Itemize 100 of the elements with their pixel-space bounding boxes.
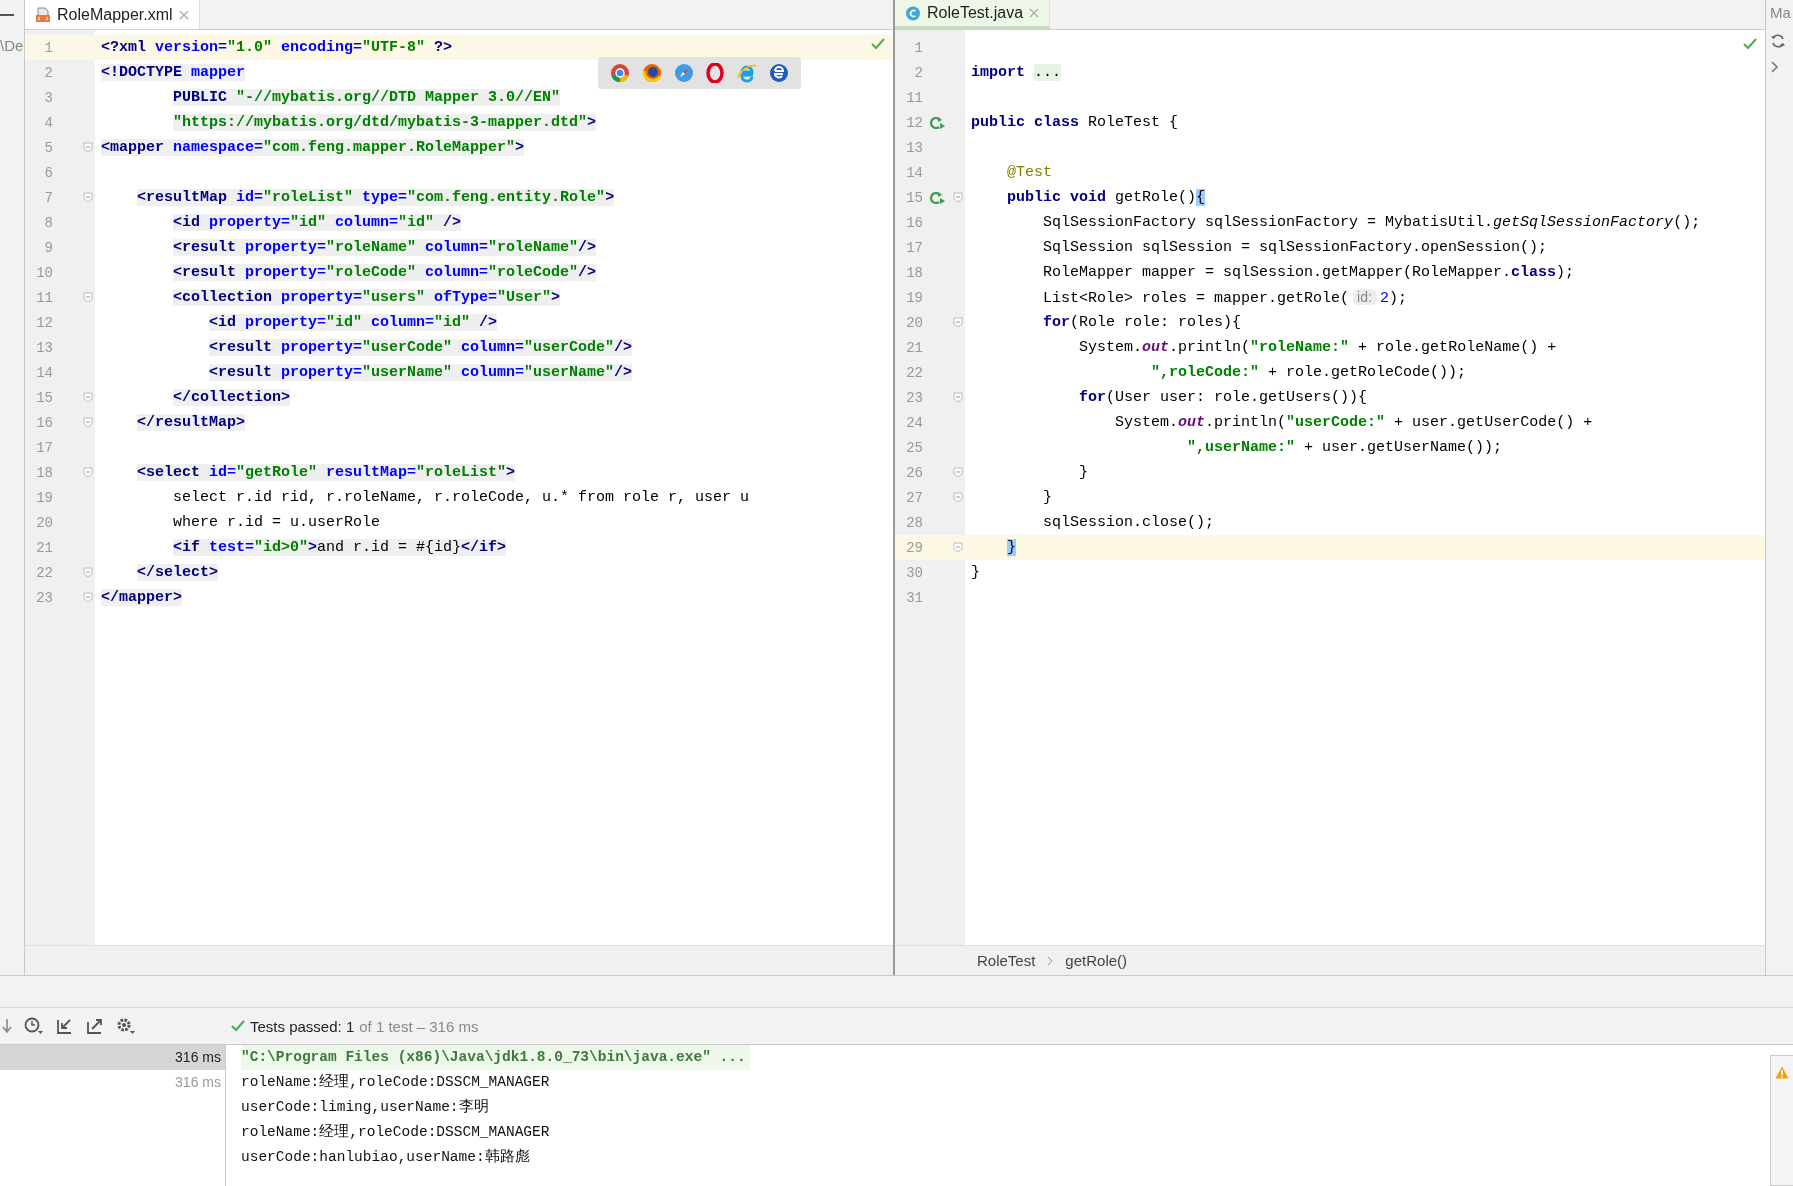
fold-icon[interactable] <box>83 467 93 478</box>
line-number: 12 <box>905 114 923 131</box>
panel-label: \De <box>0 37 24 54</box>
line-number: 1 <box>913 39 923 56</box>
code-line: <?xml version="1.0" encoding="UTF-8" ?> <box>100 38 453 58</box>
code-line: <result property="roleName" column="roleName"/> <box>172 238 597 258</box>
console-output: userCode:hanlubiao,userName:韩路彪 <box>241 1147 531 1167</box>
code-line: <result property="userName" column="userName"/> <box>208 363 633 383</box>
browser-icon[interactable] <box>609 63 630 83</box>
line-number: 23 <box>35 589 53 606</box>
line-number: 21 <box>35 539 53 556</box>
line-number: 16 <box>905 214 923 231</box>
console-output: roleName:经理,roleCode:DSSCM_MANAGER <box>241 1073 551 1092</box>
line-number: 17 <box>905 239 923 256</box>
run-test-icon[interactable] <box>930 190 946 205</box>
line-number: 24 <box>905 414 923 431</box>
code-line: for(Role role: roles){ <box>1042 313 1242 333</box>
line-number: 27 <box>905 489 923 506</box>
line-number: 1 <box>43 39 53 56</box>
line-number: 17 <box>35 439 53 456</box>
line-number: 26 <box>905 464 923 481</box>
code-line: <id property="id" column="id" /> <box>208 313 498 333</box>
check-icon <box>231 1020 245 1032</box>
down-arrow-icon[interactable] <box>2 1018 12 1034</box>
line-number: 19 <box>905 289 923 306</box>
fold-icon[interactable] <box>83 192 93 203</box>
refresh-icon[interactable] <box>1770 33 1786 49</box>
fold-icon[interactable] <box>83 417 93 428</box>
code-line: "https://mybatis.org/dtd/mybatis-3-mapper.dtd"> <box>172 113 597 133</box>
line-number: 15 <box>905 189 923 206</box>
fold-icon[interactable] <box>953 492 963 503</box>
run-test-icon[interactable] <box>930 115 946 130</box>
fold-icon[interactable] <box>953 192 963 203</box>
breadcrumb[interactable]: getRole() <box>1065 952 1128 969</box>
line-number: 20 <box>35 514 53 531</box>
settings-icon[interactable] <box>116 1017 136 1035</box>
line-number: 4 <box>43 114 53 131</box>
line-number: 18 <box>905 264 923 281</box>
line-number: 30 <box>905 564 923 581</box>
fold-icon[interactable] <box>83 567 93 578</box>
fold-icon[interactable] <box>83 392 93 403</box>
status-text: Tests passed: 1 <box>250 1017 355 1035</box>
console-output: roleName:经理,roleCode:DSSCM_MANAGER <box>241 1123 551 1142</box>
check-icon <box>871 38 885 50</box>
code-line: SqlSessionFactory sqlSessionFactory = MybatisUtil.getSqlSessionFactory(); <box>1042 213 1701 233</box>
code-line: <if test="id>0">and r.id = #{id}</if> <box>172 538 507 558</box>
code-line: System.out.println("userCode:" + user.getUserCode() + <box>1114 413 1593 433</box>
line-number: 13 <box>35 339 53 356</box>
line-number: 20 <box>905 314 923 331</box>
file-tab[interactable]: RoleMapper.xml <box>25 0 200 29</box>
clock-icon[interactable] <box>24 1017 44 1035</box>
browser-icon[interactable] <box>705 63 726 83</box>
fold-icon[interactable] <box>953 392 963 403</box>
code-line: <collection property="users" ofType="User"> <box>172 288 561 308</box>
line-number: 19 <box>35 489 53 506</box>
line-number: 11 <box>35 289 53 306</box>
fold-icon[interactable] <box>83 142 93 153</box>
test-duration[interactable]: 316 ms <box>0 1045 225 1070</box>
code-line: <result property="roleCode" column="roleCode"/> <box>172 263 597 283</box>
code-line: <id property="id" column="id" /> <box>172 213 462 233</box>
line-number: 16 <box>35 414 53 431</box>
browser-icon[interactable] <box>641 63 662 83</box>
code-line: @Test <box>1006 163 1053 183</box>
file-tab[interactable]: RoleTest.java <box>895 0 1051 29</box>
line-number: 3 <box>43 89 53 106</box>
fold-icon[interactable] <box>953 467 963 478</box>
line-number: 25 <box>905 439 923 456</box>
close-icon[interactable] <box>1029 8 1040 18</box>
code-line: ",roleCode:" + role.getRoleCode()); <box>1150 363 1467 383</box>
fold-icon[interactable] <box>953 317 963 328</box>
code-line: public void getRole(){ <box>1006 188 1206 208</box>
class-file-icon <box>905 5 921 21</box>
code-line: ",userName:" + user.getUserName()); <box>1186 438 1503 458</box>
line-number: 12 <box>35 314 53 331</box>
code-line: select r.id rid, r.roleName, r.roleCode, u.* from role r, user u <box>172 488 750 508</box>
check-icon <box>1743 38 1757 50</box>
code-line: sqlSession.close(); <box>1042 513 1215 533</box>
browser-icon[interactable] <box>673 63 694 83</box>
xml-file-icon <box>35 6 51 23</box>
code-line: PUBLIC "-//mybatis.org//DTD Mapper 3.0//EN" <box>172 88 561 108</box>
line-number: 2 <box>43 64 53 81</box>
chevron-icon[interactable] <box>1770 61 1780 73</box>
code-line: SqlSession sqlSession = sqlSessionFactory.openSession(); <box>1042 238 1548 258</box>
close-icon[interactable] <box>178 9 189 20</box>
line-number: 8 <box>43 214 53 231</box>
line-number: 23 <box>905 389 923 406</box>
minimize-icon[interactable] <box>0 13 14 17</box>
line-number: 14 <box>35 364 53 381</box>
breadcrumb[interactable]: RoleTest <box>977 952 1036 969</box>
import-icon[interactable] <box>56 1017 74 1035</box>
code-line: where r.id = u.userRole <box>172 513 381 533</box>
fold-icon[interactable] <box>83 292 93 303</box>
fold-icon[interactable] <box>953 542 963 553</box>
warning-icon <box>1775 1066 1789 1079</box>
code-line: import ... <box>970 63 1062 83</box>
line-number: 5 <box>43 139 53 156</box>
fold-icon[interactable] <box>83 592 93 603</box>
browser-icon[interactable] <box>769 63 790 83</box>
export-icon[interactable] <box>86 1017 104 1035</box>
line-number: 2 <box>913 64 923 81</box>
